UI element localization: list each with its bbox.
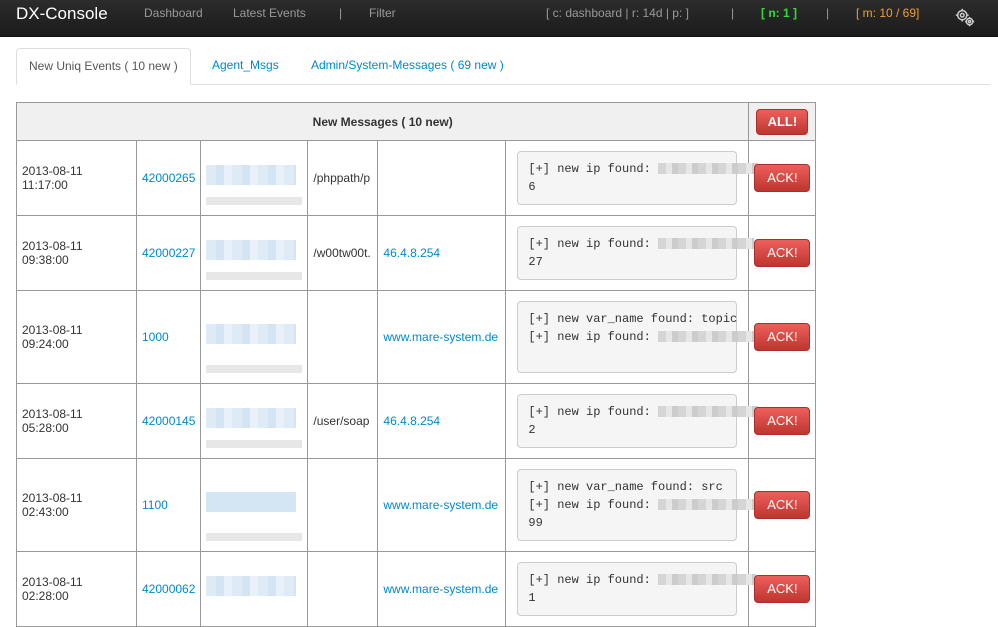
redacted-field	[206, 408, 303, 448]
ack-button[interactable]: ACK!	[754, 575, 811, 603]
table-row: 2013-08-11 02:43:00 1100 www.mare-system…	[16, 458, 817, 552]
table-header: New Messages ( 10 new)	[15, 102, 750, 141]
event-id-link[interactable]: 42000227	[142, 246, 195, 260]
ack-button[interactable]: ACK!	[754, 323, 811, 351]
event-host-link[interactable]: 46.4.8.254	[383, 414, 440, 428]
event-host-link[interactable]: www.mare-system.de	[383, 582, 498, 596]
ack-button[interactable]: ACK!	[754, 491, 811, 519]
status-message-count: [ m: 10 / 69]	[856, 6, 920, 20]
table-row: 2013-08-11 05:28:00 42000145 /user/soap …	[16, 383, 817, 459]
redacted-field	[206, 240, 303, 280]
nav-separator: |	[731, 6, 735, 20]
tab-bar: New Uniq Events ( 10 new ) Agent_Msgs Ad…	[16, 48, 990, 85]
ack-all-button[interactable]: ALL!	[756, 108, 809, 135]
event-path: /phppath/p	[307, 140, 379, 216]
event-id-link[interactable]: 42000265	[142, 171, 195, 185]
event-path	[307, 458, 379, 552]
event-path: /w00tw00t.	[307, 215, 379, 291]
event-time: 2013-08-11 02:43:00	[16, 458, 137, 552]
event-message: [+] new ip found: 2	[517, 394, 759, 448]
event-message: [+] new ip found: 27	[517, 226, 755, 280]
nav-latest-events[interactable]: Latest Events	[233, 6, 306, 20]
event-host-link[interactable]: www.mare-system.de	[383, 498, 498, 512]
tab-agent-msgs[interactable]: Agent_Msgs	[200, 48, 291, 83]
ack-button[interactable]: ACK!	[754, 164, 811, 192]
context-status: [ c: dashboard | r: 14d | p: ]	[546, 6, 689, 20]
navbar: DX-Console Dashboard Latest Events | Fil…	[0, 0, 998, 37]
brand-title[interactable]: DX-Console	[16, 4, 108, 24]
table-row: 2013-08-11 02:28:00 42000062 www.mare-sy…	[16, 551, 817, 627]
event-path	[307, 290, 379, 384]
event-time: 2013-08-11 11:17:00	[16, 140, 137, 216]
event-message: [+] new var_name found: src [+] new ip f…	[517, 469, 755, 541]
redacted-field	[206, 492, 303, 541]
events-table: New Messages ( 10 new) ALL! 2013-08-11 1…	[15, 102, 817, 627]
nav-separator: |	[826, 6, 830, 20]
tab-new-uniq-events[interactable]: New Uniq Events ( 10 new )	[16, 48, 191, 85]
ack-button[interactable]: ACK!	[754, 239, 811, 267]
event-id-link[interactable]: 1100	[142, 498, 168, 512]
nav-separator: |	[339, 6, 343, 20]
redacted-field	[206, 576, 302, 602]
event-id-link[interactable]: 42000145	[142, 414, 195, 428]
event-path: /user/soap	[307, 383, 379, 459]
ack-button[interactable]: ACK!	[754, 407, 811, 435]
event-time: 2013-08-11 09:24:00	[16, 290, 137, 384]
gear-icon[interactable]	[954, 6, 976, 28]
event-message: [+] new var_name found: topic [+] new ip…	[517, 301, 757, 373]
table-row: 2013-08-11 09:38:00 42000227 /w00tw00t. …	[16, 215, 817, 291]
event-host-link[interactable]: www.mare-system.de	[383, 330, 498, 344]
event-time: 2013-08-11 02:28:00	[16, 551, 137, 627]
event-path	[307, 551, 379, 627]
table-row: 2013-08-11 11:17:00 42000265 /phppath/p …	[16, 140, 817, 216]
event-time: 2013-08-11 05:28:00	[16, 383, 137, 459]
status-new-count: [ n: 1 ]	[761, 6, 797, 20]
all-cell: ALL!	[748, 102, 817, 141]
nav-filter[interactable]: Filter	[369, 6, 396, 20]
event-host-link[interactable]: 46.4.8.254	[383, 246, 440, 260]
event-message: [+] new ip found: 6	[517, 151, 759, 205]
tab-admin-system-messages[interactable]: Admin/System-Messages ( 69 new )	[299, 48, 516, 83]
event-time: 2013-08-11 09:38:00	[16, 215, 137, 291]
redacted-field	[206, 165, 303, 205]
table-row: 2013-08-11 09:24:00 1000 www.mare-system…	[16, 290, 817, 384]
redacted-field	[206, 324, 303, 373]
nav-dashboard[interactable]: Dashboard	[144, 6, 203, 20]
event-id-link[interactable]: 1000	[142, 330, 169, 344]
event-message: [+] new ip found: 1	[517, 562, 757, 616]
event-id-link[interactable]: 42000062	[142, 582, 195, 596]
